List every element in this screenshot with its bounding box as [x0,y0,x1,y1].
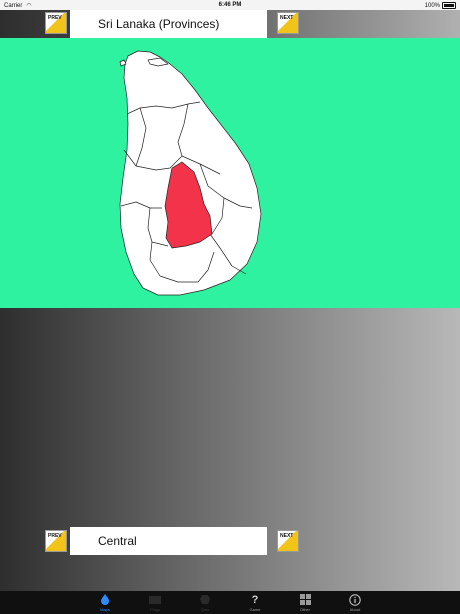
tab-label: Maps [100,606,110,612]
tab-flags[interactable]: Flags [130,591,180,614]
status-bar: Carrier ◠ 6:46 PM 100% [0,0,460,10]
tab-label: Flags [150,606,160,612]
tab-label: Other [299,606,310,612]
tab-other[interactable]: Other [280,591,330,614]
page-title-text: Sri Lanaka (Provinces) [98,17,220,31]
tab-about[interactable]: About [330,591,380,614]
tab-quiz[interactable]: Quiz [180,591,230,614]
tab-bar: Maps Flags Quiz ? Game Other About [0,591,460,614]
page-title: Sri Lanaka (Provinces) [70,10,267,38]
battery-percent: 100% [424,2,440,9]
battery-indicator: 100% [425,2,456,9]
tab-label: About [349,606,361,612]
tab-maps[interactable]: Maps [80,591,130,614]
map-area [0,38,460,308]
map-pin-icon [101,594,109,606]
footer-prev-button[interactable]: PREV [45,530,67,552]
selected-region-name: Central [98,534,137,548]
selected-region-box: Central [70,527,267,555]
battery-icon [442,2,456,9]
header-prev-button[interactable]: PREV [45,12,67,34]
prev-label: PREV [48,533,62,539]
sri-lanka-map[interactable] [0,38,460,308]
tab-game[interactable]: ? Game [230,591,280,614]
clock: 6:46 PM [218,2,242,8]
info-icon [349,593,361,606]
quiz-icon [199,594,211,606]
next-label: NEXT [280,533,294,539]
prev-label: PREV [48,15,62,21]
footer-next-button[interactable]: NEXT [277,530,299,552]
flag-icon [149,594,161,606]
question-icon: ? [251,593,259,606]
grid-icon [299,594,311,606]
tab-label: Game [249,606,261,612]
tab-label: Quiz [200,606,210,612]
header-next-button[interactable]: NEXT [277,12,299,34]
next-label: NEXT [280,15,294,21]
